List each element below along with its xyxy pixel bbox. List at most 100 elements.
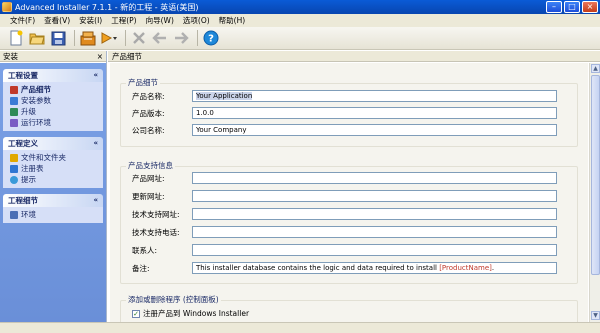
install-parameters-icon — [10, 96, 18, 105]
support-phone-input[interactable] — [192, 226, 557, 238]
delete-icon — [133, 32, 145, 44]
field-label: 产品名称: — [132, 91, 165, 101]
menu-view[interactable]: 查看(V) — [44, 15, 70, 26]
nav-item-label: 升级 — [21, 107, 36, 116]
register-windows-installer-checkbox[interactable]: ✓ 注册产品到 Windows Installer — [132, 308, 249, 319]
field-label: 公司名称: — [132, 125, 165, 135]
menu-help[interactable]: 帮助(H) — [219, 15, 246, 26]
build-button[interactable] — [79, 29, 97, 47]
field-label: 备注: — [132, 263, 150, 273]
field-label: 产品网址: — [132, 173, 165, 183]
menu-options[interactable]: 选项(O) — [183, 15, 210, 26]
field-label: 技术支持电话: — [132, 227, 180, 237]
update-url-input[interactable] — [192, 190, 557, 202]
collapse-chevron-icon[interactable]: « — [93, 69, 98, 82]
comments-suffix: . — [491, 264, 495, 272]
scrollbar-thumb[interactable] — [591, 75, 600, 275]
back-button[interactable] — [151, 29, 169, 47]
nav-item-label: 提示 — [21, 175, 36, 184]
field-label: 联系人: — [132, 245, 158, 255]
product-version-input[interactable]: 1.0.0 — [192, 107, 557, 119]
close-button[interactable]: × — [582, 1, 598, 13]
toolbar: ? — [0, 27, 600, 50]
nav-item-label: 安装参数 — [21, 96, 51, 105]
product-name-input[interactable]: Your Application — [192, 90, 557, 102]
navigation-pane: 安装 × 工程设置 « 产品细节 安装参数 升级 运行环境 工程定义 « 文件和… — [0, 51, 107, 322]
main-panel: 产品细节 产品细节 产品名称: Your Application 产品版本: 1… — [108, 51, 600, 322]
arrow-left-icon — [152, 32, 166, 44]
group-project-details: 工程细节 « 环境 — [3, 194, 103, 223]
folder-icon — [10, 153, 18, 162]
menu-bar: 文件(F) 查看(V) 安装(I) 工程(P) 向导(W) 选项(O) 帮助(H… — [0, 14, 600, 27]
prompts-icon — [10, 175, 18, 184]
nav-item-files-and-folders[interactable]: 文件和文件夹 — [10, 152, 103, 163]
group-project-settings: 工程设置 « 产品细节 安装参数 升级 运行环境 — [3, 69, 103, 131]
group-header[interactable]: 工程细节 « — [3, 194, 103, 207]
collapse-chevron-icon[interactable]: « — [93, 194, 98, 207]
nav-item-label: 环境 — [21, 210, 36, 219]
open-project-button[interactable] — [28, 29, 46, 47]
section-title: 产品细节 — [126, 77, 160, 88]
group-project-definition: 工程定义 « 文件和文件夹 注册表 提示 — [3, 137, 103, 188]
nav-item-prompts[interactable]: 提示 — [10, 174, 103, 185]
environment-icon — [10, 210, 18, 219]
product-details-icon — [10, 85, 18, 94]
vertical-scrollbar[interactable]: ▲ ▼ — [589, 63, 600, 322]
nav-item-environment[interactable]: 环境 — [10, 209, 103, 220]
field-value: Your Application — [196, 92, 253, 100]
nav-item-label: 产品细节 — [21, 85, 51, 94]
collapse-chevron-icon[interactable]: « — [93, 137, 98, 150]
product-url-input[interactable] — [192, 172, 557, 184]
section-title: 产品支持信息 — [126, 160, 175, 171]
upgrade-icon — [10, 107, 18, 116]
navigation-pane-header: 安装 × — [0, 51, 106, 62]
comments-text: This installer database contains the log… — [196, 264, 440, 272]
nav-item-label: 运行环境 — [21, 118, 51, 127]
checkbox-checked-icon: ✓ — [132, 309, 140, 318]
field-label: 产品版本: — [132, 108, 165, 118]
save-icon — [51, 31, 65, 45]
menu-wizard[interactable]: 向导(W) — [146, 15, 174, 26]
new-project-button[interactable] — [7, 29, 25, 47]
build-icon — [80, 31, 96, 46]
save-button[interactable] — [49, 29, 67, 47]
minimize-button[interactable]: – — [546, 1, 562, 13]
section-title: 添加或删除程序 (控制面板) — [126, 294, 221, 305]
nav-item-upgrade[interactable]: 升级 — [10, 106, 103, 117]
app-icon — [2, 2, 12, 12]
new-file-icon — [10, 30, 23, 46]
toolbar-separator — [197, 30, 198, 46]
help-button[interactable]: ? — [202, 29, 220, 47]
run-button[interactable] — [100, 29, 118, 47]
menu-file[interactable]: 文件(F) — [10, 15, 35, 26]
comments-input[interactable]: This installer database contains the log… — [192, 262, 557, 274]
forward-button[interactable] — [172, 29, 190, 47]
contact-input[interactable] — [192, 244, 557, 256]
scroll-down-icon[interactable]: ▼ — [591, 311, 600, 320]
group-title: 工程细节 — [8, 196, 38, 205]
scroll-up-icon[interactable]: ▲ — [591, 64, 600, 73]
support-url-input[interactable] — [192, 208, 557, 220]
delete-button[interactable] — [130, 29, 148, 47]
open-folder-icon — [29, 33, 45, 45]
nav-item-runtime-environment[interactable]: 运行环境 — [10, 117, 103, 128]
menu-project[interactable]: 工程(P) — [111, 15, 136, 26]
arrow-right-icon — [175, 32, 189, 44]
group-title: 工程设置 — [8, 71, 38, 80]
company-name-input[interactable]: Your Company — [192, 124, 557, 136]
window-title: Advanced Installer 7.1.1 - 新的工程 - 英语(美国) — [15, 2, 199, 12]
group-header[interactable]: 工程设置 « — [3, 69, 103, 82]
maximize-button[interactable]: □ — [564, 1, 580, 13]
field-label: 更新网址: — [132, 191, 165, 201]
close-pane-icon[interactable]: × — [97, 51, 106, 61]
product-name-token: [ProductName] — [439, 264, 492, 272]
field-label: 技术支持网址: — [132, 209, 180, 219]
nav-item-product-details[interactable]: 产品细节 — [10, 84, 103, 95]
nav-item-registry[interactable]: 注册表 — [10, 163, 103, 174]
group-header[interactable]: 工程定义 « — [3, 137, 103, 150]
nav-item-install-parameters[interactable]: 安装参数 — [10, 95, 103, 106]
menu-install[interactable]: 安装(I) — [79, 15, 102, 26]
registry-icon — [10, 164, 18, 173]
main-panel-header: 产品细节 — [108, 51, 600, 62]
toolbar-separator — [125, 30, 126, 46]
